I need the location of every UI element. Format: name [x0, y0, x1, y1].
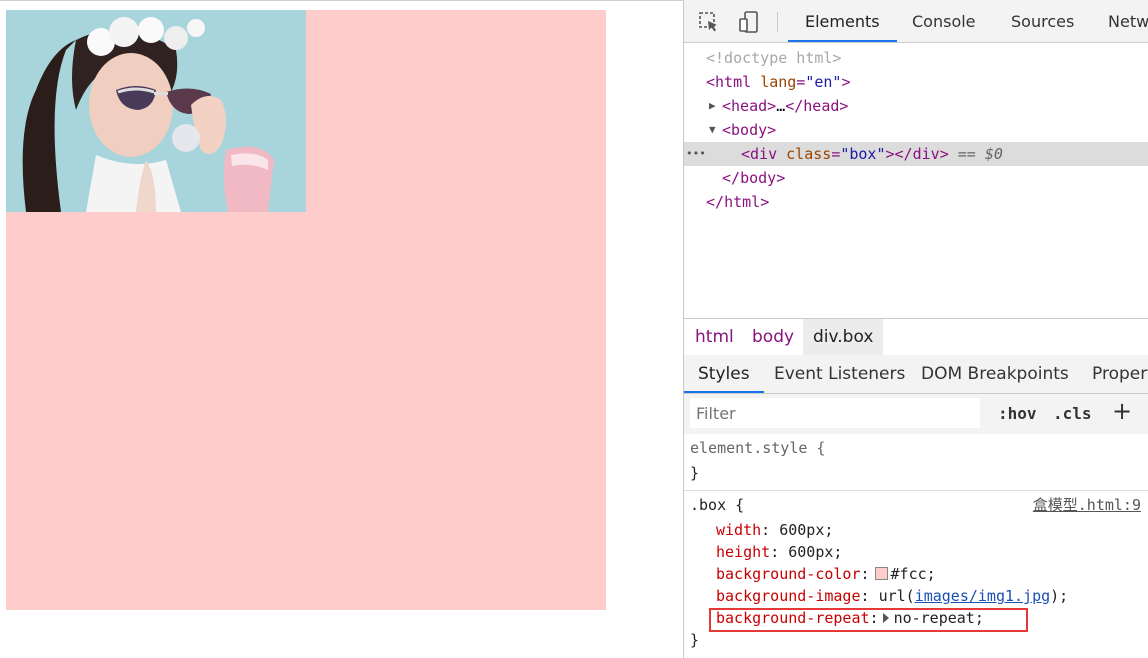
dom-line-body-close[interactable]: </body> [684, 166, 1148, 190]
tab-dom-breakpoints[interactable]: DOM Breakpoints [921, 355, 1069, 393]
hov-toggle-button[interactable]: :hov [998, 400, 1037, 428]
highlight-annotation-box [709, 608, 1028, 632]
breadcrumb-body[interactable]: body [742, 319, 804, 355]
breadcrumb: html body div.box [684, 318, 1148, 356]
devtools-panel: Elements Console Sources Netw <!doctype … [683, 0, 1148, 658]
row-more-icon[interactable]: ••• [686, 142, 706, 166]
pink-box [6, 10, 606, 610]
color-swatch-icon[interactable] [874, 567, 888, 580]
element-style-rule: element.style { } [684, 434, 1148, 491]
breadcrumb-div-box[interactable]: div.box [803, 319, 884, 355]
tab-network[interactable]: Netw [1108, 0, 1148, 42]
dom-line-html[interactable]: <html lang="en"> [684, 70, 1148, 94]
tab-event-listeners[interactable]: Event Listeners [774, 355, 905, 393]
breadcrumb-html[interactable]: html [685, 319, 744, 355]
cls-toggle-button[interactable]: .cls [1053, 400, 1092, 428]
collapse-arrow-icon[interactable]: ▼ [709, 118, 716, 142]
declaration-height[interactable]: height: 600px; [716, 541, 842, 563]
rule-source-link[interactable]: 盒模型.html:9 [1033, 494, 1141, 516]
inspect-element-icon[interactable] [698, 11, 720, 33]
declaration-background-image[interactable]: background-image: url(images/img1.jpg); [716, 585, 1068, 607]
dom-line-html-close[interactable]: </html> [684, 190, 1148, 214]
dom-line-doctype[interactable]: <!doctype html> [684, 46, 1148, 70]
background-image-photo [6, 10, 306, 212]
dom-line-div-box-selected[interactable]: ••• <div class="box"></div> == $0 [684, 142, 1148, 166]
filter-input[interactable] [690, 398, 980, 428]
new-style-rule-icon[interactable]: + [1112, 397, 1132, 425]
toolbar-separator [777, 12, 778, 32]
declaration-width[interactable]: width: 600px; [716, 519, 833, 541]
tab-properties[interactable]: Propert [1092, 355, 1148, 393]
dom-tree: <!doctype html> <html lang="en"> ▶ <head… [684, 44, 1148, 316]
styles-subtab-bar: Styles Event Listeners DOM Breakpoints P… [684, 355, 1148, 394]
tab-console[interactable]: Console [912, 0, 976, 42]
device-toolbar-icon[interactable] [738, 11, 760, 33]
page-top-border [0, 0, 683, 1]
tab-sources[interactable]: Sources [1011, 0, 1074, 42]
tab-styles[interactable]: Styles [684, 355, 764, 393]
dom-line-head[interactable]: ▶ <head>…</head> [684, 94, 1148, 118]
image-url-link[interactable]: images/img1.jpg [915, 587, 1050, 605]
box-style-rule: .box { 盒模型.html:9 width: 600px; height: … [690, 494, 1141, 649]
tab-elements[interactable]: Elements [788, 0, 897, 42]
devtools-tab-bar: Elements Console Sources Netw [684, 0, 1148, 43]
expand-arrow-icon[interactable]: ▶ [709, 94, 716, 118]
dom-line-body[interactable]: ▼ <body> [684, 118, 1148, 142]
rule-selector-box[interactable]: .box { [690, 494, 744, 516]
styles-filter-bar: :hov .cls + [684, 394, 1148, 434]
declaration-background-color[interactable]: background-color: #fcc; [716, 563, 936, 585]
styles-pane: element.style { } .box { 盒模型.html:9 widt… [684, 434, 1148, 658]
